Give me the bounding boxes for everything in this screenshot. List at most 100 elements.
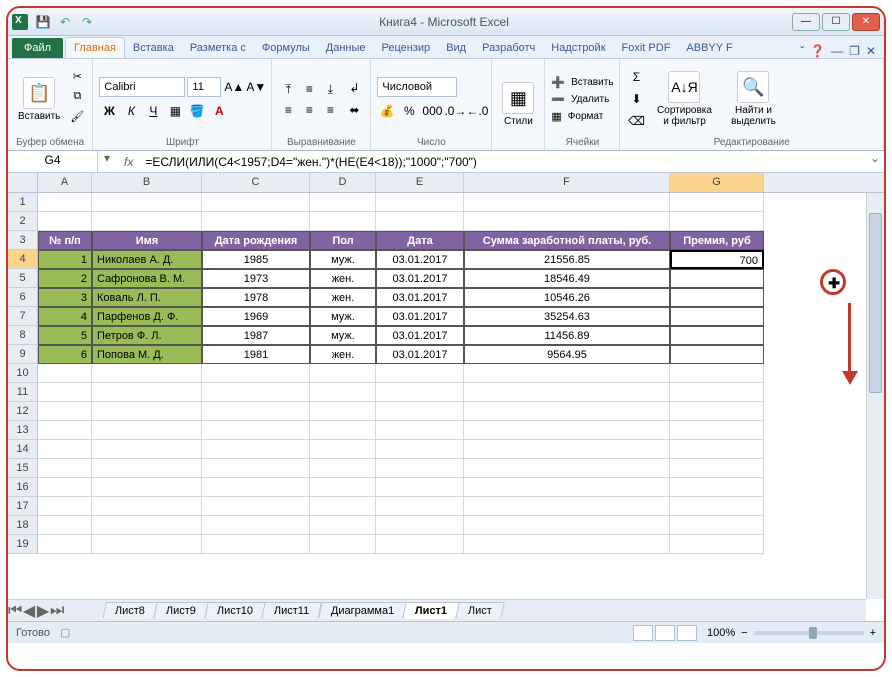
cell[interactable]: муж.	[310, 326, 376, 345]
cell[interactable]	[376, 383, 464, 402]
col-header[interactable]: D	[310, 173, 376, 192]
file-tab[interactable]: Файл	[12, 38, 63, 58]
cell[interactable]	[464, 402, 670, 421]
zoom-out-button[interactable]: −	[741, 627, 747, 639]
row-header[interactable]: 16	[8, 478, 38, 497]
cell[interactable]	[92, 212, 202, 231]
cell[interactable]: жен.	[310, 269, 376, 288]
redo-icon[interactable]: ↷	[78, 13, 96, 31]
cell[interactable]: Коваль Л. П.	[92, 288, 202, 307]
cell[interactable]	[92, 364, 202, 383]
cell[interactable]	[38, 459, 92, 478]
cell[interactable]: 6	[38, 345, 92, 364]
border-button[interactable]: ▦	[165, 101, 185, 121]
cell[interactable]	[202, 440, 310, 459]
save-icon[interactable]: 💾	[34, 13, 52, 31]
horizontal-scrollbar[interactable]: ⏮ ◀ ▶ ⏭ Лист8Лист9Лист10Лист11Диаграмма1…	[8, 599, 866, 621]
cell[interactable]	[376, 440, 464, 459]
macro-record-icon[interactable]: ▢	[60, 626, 70, 639]
cell[interactable]: Имя	[92, 231, 202, 250]
cell[interactable]	[38, 421, 92, 440]
cell[interactable]	[310, 535, 376, 554]
decrease-font-icon[interactable]: A▼	[245, 77, 265, 97]
sheet-tab[interactable]: Диаграмма1	[318, 602, 407, 619]
cell[interactable]	[464, 193, 670, 212]
expand-formula-icon[interactable]: ⌄	[866, 151, 884, 172]
cell[interactable]	[670, 421, 764, 440]
bold-button[interactable]: Ж	[99, 101, 119, 121]
cell[interactable]	[38, 364, 92, 383]
help-icon[interactable]: ❓	[810, 44, 825, 58]
decrease-decimal-icon[interactable]: ←.0	[465, 101, 485, 121]
tab-layout[interactable]: Разметка с	[182, 38, 254, 58]
cell[interactable]: 700	[670, 250, 764, 269]
cell[interactable]: муж.	[310, 307, 376, 326]
zoom-slider[interactable]	[754, 631, 864, 635]
row-header[interactable]: 11	[8, 383, 38, 402]
cell[interactable]: 5	[38, 326, 92, 345]
tab-insert[interactable]: Вставка	[125, 38, 182, 58]
tab-formulas[interactable]: Формулы	[254, 38, 318, 58]
sheet-tab[interactable]: Лист8	[102, 602, 158, 619]
autosum-icon[interactable]: Σ	[626, 67, 646, 87]
cell[interactable]	[310, 440, 376, 459]
col-header[interactable]: A	[38, 173, 92, 192]
cell[interactable]	[92, 402, 202, 421]
row-header[interactable]: 9	[8, 345, 38, 364]
cell[interactable]: 1	[38, 250, 92, 269]
cell[interactable]: 9564.95	[464, 345, 670, 364]
row-header[interactable]: 18	[8, 516, 38, 535]
cell[interactable]	[670, 516, 764, 535]
cell[interactable]: 4	[38, 307, 92, 326]
sheet-tab[interactable]: Лист1	[402, 602, 460, 619]
cell[interactable]	[670, 326, 764, 345]
align-left-icon[interactable]: ≡	[278, 100, 298, 120]
cell[interactable]	[464, 364, 670, 383]
delete-cells-icon[interactable]: ➖	[551, 93, 565, 106]
cell[interactable]	[670, 535, 764, 554]
cell[interactable]: 03.01.2017	[376, 288, 464, 307]
cell[interactable]	[92, 383, 202, 402]
tab-home[interactable]: Главная	[65, 37, 125, 58]
cell[interactable]	[464, 516, 670, 535]
cell[interactable]	[376, 535, 464, 554]
cell[interactable]	[310, 421, 376, 440]
cell[interactable]: № п/п	[38, 231, 92, 250]
zoom-in-button[interactable]: +	[870, 627, 876, 639]
row-header[interactable]: 19	[8, 535, 38, 554]
cell[interactable]	[670, 383, 764, 402]
cell[interactable]: Дата	[376, 231, 464, 250]
col-header[interactable]: C	[202, 173, 310, 192]
cell[interactable]	[464, 497, 670, 516]
cell[interactable]: Петров Ф. Л.	[92, 326, 202, 345]
cell[interactable]	[38, 402, 92, 421]
window-close-icon[interactable]: ✕	[866, 44, 876, 58]
zoom-level[interactable]: 100%	[707, 627, 735, 639]
cell[interactable]	[202, 478, 310, 497]
cell[interactable]: 03.01.2017	[376, 326, 464, 345]
cell[interactable]	[92, 459, 202, 478]
window-min-icon[interactable]: —	[831, 44, 843, 58]
cell[interactable]	[92, 421, 202, 440]
cell[interactable]	[310, 516, 376, 535]
cell[interactable]	[670, 459, 764, 478]
cell[interactable]: Попова М. Д.	[92, 345, 202, 364]
sheet-tab[interactable]: Лист11	[261, 602, 322, 619]
cell[interactable]	[202, 402, 310, 421]
cell[interactable]	[670, 440, 764, 459]
clear-icon[interactable]: ⌫	[626, 111, 646, 131]
minimize-button[interactable]: —	[792, 13, 820, 31]
increase-font-icon[interactable]: A▲	[223, 77, 243, 97]
cell[interactable]	[38, 516, 92, 535]
col-header[interactable]: G	[670, 173, 764, 192]
cell[interactable]	[202, 383, 310, 402]
row-header[interactable]: 6	[8, 288, 38, 307]
cell[interactable]	[202, 535, 310, 554]
find-select-button[interactable]: 🔍 Найти и выделить	[722, 69, 784, 129]
cell[interactable]: 03.01.2017	[376, 345, 464, 364]
cell[interactable]	[464, 383, 670, 402]
row-header[interactable]: 1	[8, 193, 38, 212]
insert-cells-icon[interactable]: ➕	[551, 76, 565, 89]
cell[interactable]	[310, 478, 376, 497]
cell[interactable]	[310, 402, 376, 421]
